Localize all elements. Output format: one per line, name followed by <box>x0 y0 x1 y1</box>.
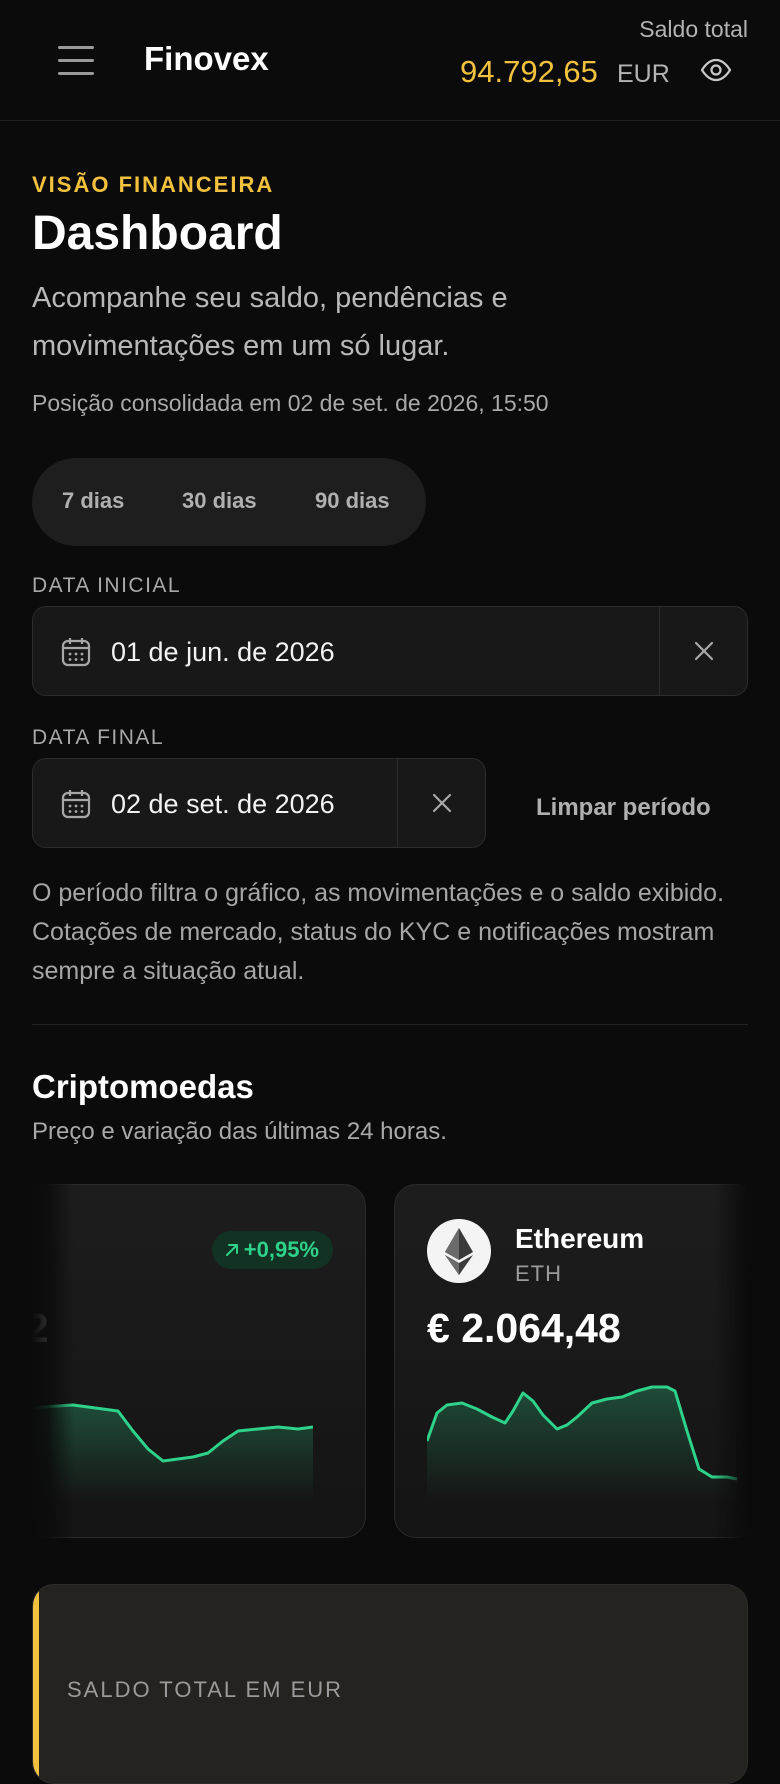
clear-period-button[interactable]: Limpar período <box>536 794 711 822</box>
sparkline-chart <box>32 1403 313 1501</box>
section-eyebrow: VISÃO FINANCEIRA <box>32 172 275 197</box>
calendar-icon <box>61 790 91 819</box>
crypto-carousel[interactable]: +0,95% 82 Ethereum ETH € 2.064,48 <box>32 1184 748 1540</box>
range-30-days-button[interactable]: 30 dias <box>182 488 257 514</box>
end-date-field: 02 de set. de 2026 <box>32 758 486 848</box>
menu-icon[interactable] <box>58 44 94 76</box>
change-value: +0,95% <box>243 1237 319 1262</box>
start-date-input[interactable]: 01 de jun. de 2026 <box>33 607 659 695</box>
consolidated-timestamp: Posição consolidada em 02 de set. de 202… <box>32 390 549 416</box>
crypto-section-subtitle: Preço e variação das últimas 24 horas. <box>32 1118 447 1145</box>
clear-start-date-button[interactable] <box>659 607 748 695</box>
arrow-up-right-icon <box>225 1244 238 1256</box>
crypto-symbol: ETH <box>515 1261 562 1286</box>
total-balance-currency: EUR <box>617 60 670 88</box>
filter-note: O período filtra o gráfico, as movimenta… <box>32 879 725 985</box>
divider <box>32 1024 748 1025</box>
close-icon <box>694 641 714 661</box>
brand-name: Finovex <box>144 40 269 77</box>
calendar-icon <box>61 638 91 667</box>
change-badge: +0,95% <box>211 1231 333 1269</box>
sparkline-chart <box>427 1385 738 1501</box>
start-date-value: 01 de jun. de 2026 <box>111 637 335 667</box>
range-7-days-button[interactable]: 7 dias <box>62 488 124 514</box>
range-selector: 7 dias 30 dias 90 dias <box>32 458 426 546</box>
eye-icon[interactable] <box>700 58 732 82</box>
total-balance-label: Saldo total <box>639 16 748 42</box>
end-date-label: DATA FINAL <box>32 726 165 749</box>
start-date-label: DATA INICIAL <box>32 574 182 597</box>
clear-end-date-button[interactable] <box>397 759 486 847</box>
app-header: Finovex Saldo total 94.792,65 EUR <box>0 0 780 121</box>
page-subtitle: Acompanhe seu saldo, pendências e movime… <box>32 282 508 362</box>
total-balance-value: 94.792,65 <box>460 54 598 89</box>
card-accent-bar <box>33 1585 39 1783</box>
total-balance-card-label: SALDO TOTAL EM EUR <box>67 1677 344 1702</box>
page-title: Dashboard <box>32 207 283 260</box>
start-date-field: 01 de jun. de 2026 <box>32 606 748 696</box>
crypto-card-ethereum[interactable]: Ethereum ETH € 2.064,48 <box>394 1184 748 1538</box>
range-90-days-button[interactable]: 90 dias <box>315 488 390 514</box>
crypto-section-title: Criptomoedas <box>32 1068 254 1105</box>
ethereum-logo-icon <box>427 1219 491 1283</box>
crypto-card[interactable]: +0,95% 82 <box>32 1184 366 1538</box>
end-date-input[interactable]: 02 de set. de 2026 <box>33 759 397 847</box>
crypto-price: 82 <box>32 1305 49 1352</box>
crypto-name: Ethereum <box>515 1223 645 1254</box>
close-icon <box>432 793 452 813</box>
total-balance-card: SALDO TOTAL EM EUR <box>32 1584 748 1784</box>
crypto-price: € 2.064,48 <box>427 1305 621 1351</box>
end-date-value: 02 de set. de 2026 <box>111 789 335 819</box>
